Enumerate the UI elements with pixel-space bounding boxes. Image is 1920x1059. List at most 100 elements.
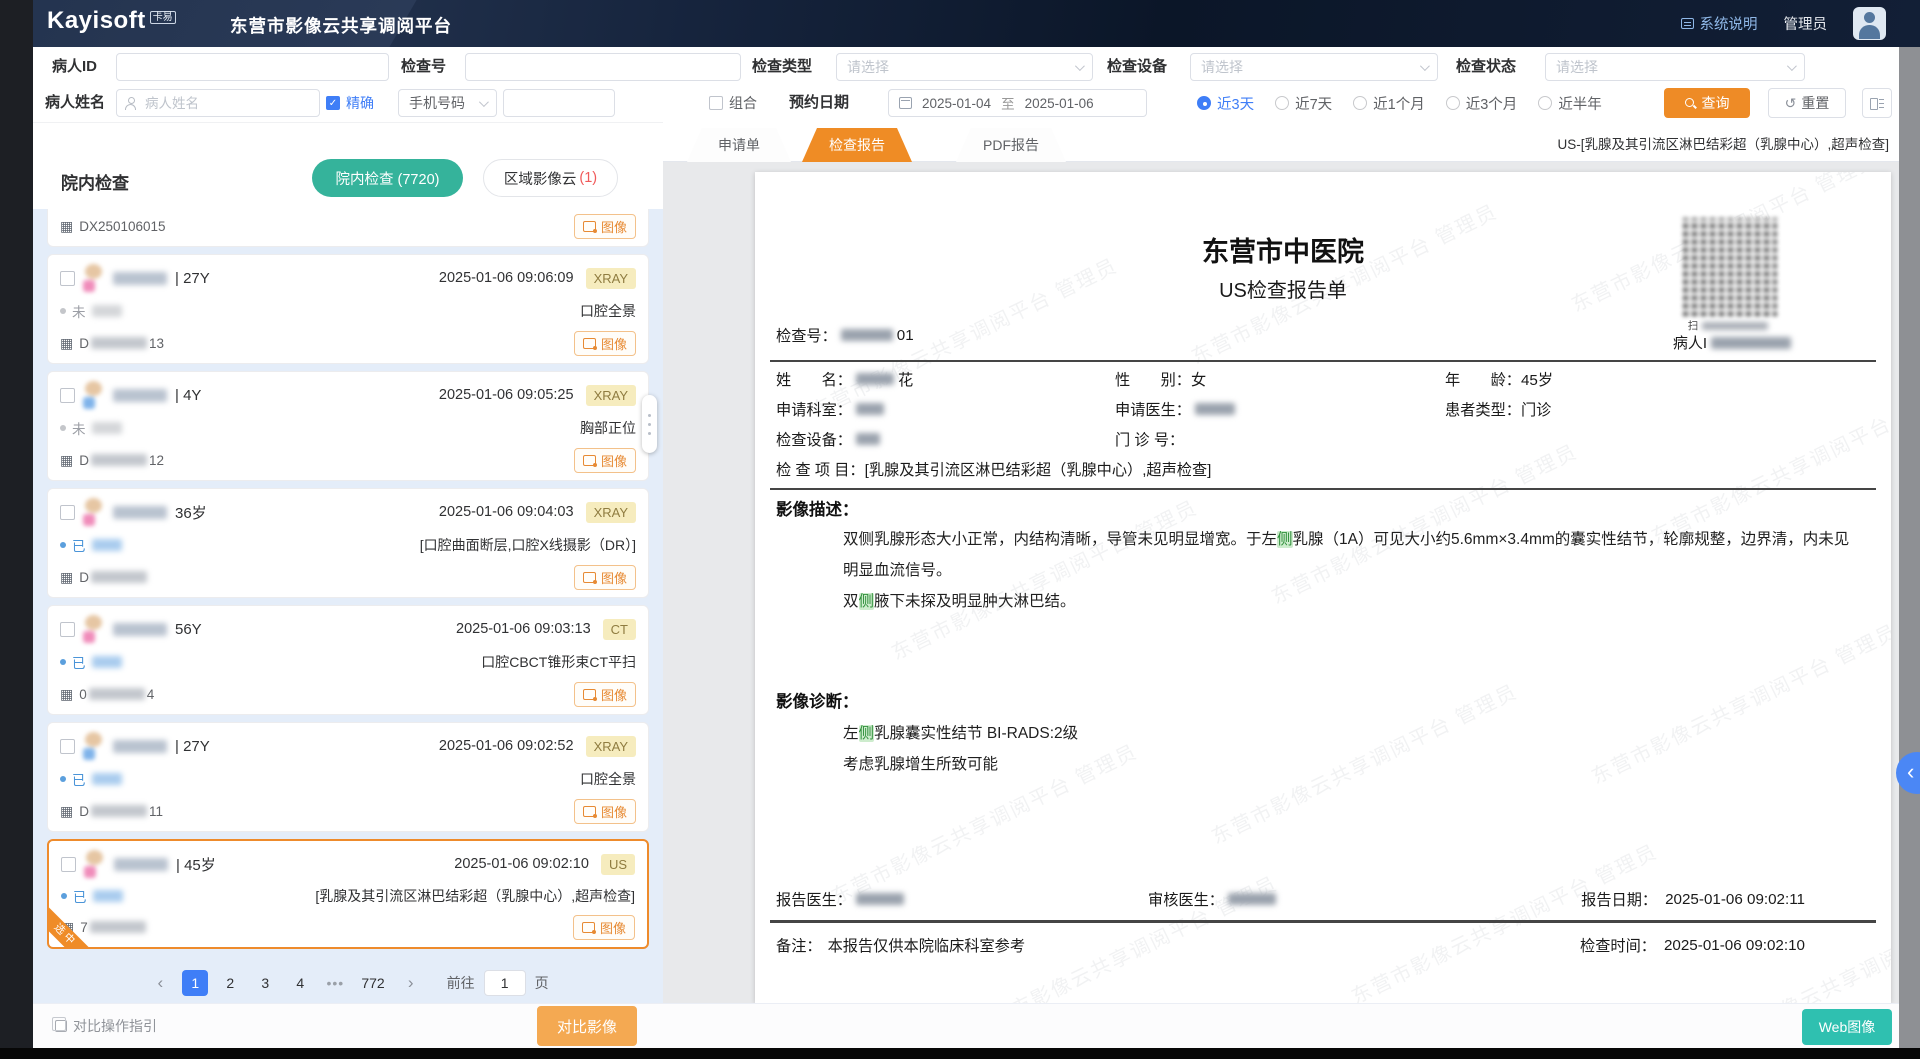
exam-id-icon: ▦ (60, 336, 73, 350)
scrollbar-track[interactable] (1899, 47, 1920, 1048)
reset-button[interactable]: ↺重置 (1768, 88, 1846, 118)
tab-internal-exams[interactable]: 院内检查 (7720) (312, 159, 463, 197)
desc-paragraph: 双侧腋下未探及明显肿大淋巴结。 (843, 586, 1863, 617)
report-content-area: 东营市影像云共享调阅平台 管理员东营市影像云共享调阅平台 管理员东营市影像云共享… (663, 162, 1899, 1003)
redacted-text (1711, 337, 1791, 349)
exam-time: 2025-01-06 09:02:52 (439, 738, 574, 754)
redacted-id (91, 571, 147, 583)
logo-badge: 卡易 (150, 11, 176, 24)
date-range-picker[interactable]: 2025-01-04 至 2025-01-06 (888, 89, 1147, 117)
modality-badge: XRAY (586, 268, 636, 289)
range-radio-3d[interactable]: 近3天 (1197, 93, 1254, 114)
phone-input[interactable] (503, 89, 615, 117)
tab-request-form[interactable]: 申请单 (687, 128, 791, 162)
panel-splitter-handle[interactable] (642, 395, 657, 453)
exam-id: 7 (80, 920, 148, 935)
exam-description: 口腔CBCT锥形束CT平扫 (481, 652, 636, 672)
next-page-button[interactable]: › (398, 970, 424, 996)
gender-icon (83, 397, 95, 409)
diag-line: 考虑乳腺增生所致可能 (843, 749, 1863, 780)
exam-list-item[interactable]: ▦ DX250106015 图像 (47, 209, 649, 247)
chevron-down-icon (1420, 61, 1430, 71)
image-icon (583, 455, 596, 466)
prev-page-button[interactable]: ‹ (147, 970, 173, 996)
app-logo: Kayisoft卡易 (47, 7, 176, 35)
status-redacted (92, 305, 122, 317)
quick-range-group: 近3天 近7天 近1个月 近3个月 近半年 (1197, 89, 1602, 117)
redacted-text (841, 329, 893, 341)
phone-field-select[interactable]: 手机号码 (398, 89, 497, 117)
page-button-772[interactable]: 772 (357, 970, 388, 996)
patient-name-field[interactable] (116, 89, 320, 117)
exam-type-select[interactable]: 请选择 (836, 53, 1093, 81)
tab-regional-count: (1) (579, 170, 597, 186)
exam-no-label: 检查号 (401, 53, 446, 81)
system-help-link[interactable]: 系统说明 (1681, 13, 1758, 34)
page-button-3[interactable]: 3 (252, 970, 278, 996)
view-image-button[interactable]: 图像 (574, 799, 636, 824)
page-button-4[interactable]: 4 (287, 970, 313, 996)
redacted-id (91, 454, 147, 466)
exam-list-item[interactable]: | 27Y 2025-01-06 09:02:52 XRAY 已 口腔全景 ▦ … (47, 722, 649, 832)
patient-name-input[interactable] (143, 95, 311, 112)
report-page: 东营市影像云共享调阅平台 管理员东营市影像云共享调阅平台 管理员东营市影像云共享… (755, 172, 1891, 1003)
web-image-button[interactable]: Web图像 (1802, 1009, 1892, 1045)
range-radio-6m[interactable]: 近半年 (1538, 93, 1602, 114)
page-button-1[interactable]: 1 (182, 970, 208, 996)
status-select[interactable]: 请选择 (1545, 53, 1805, 81)
view-image-button[interactable]: 图像 (573, 915, 635, 940)
exam-checkbox[interactable] (60, 505, 75, 520)
exam-checkbox[interactable] (60, 622, 75, 637)
exam-no-input[interactable] (465, 53, 741, 81)
tab-regional-cloud[interactable]: 区域影像云(1) (483, 159, 618, 197)
image-icon (583, 338, 596, 349)
goto-page-input[interactable] (484, 970, 526, 996)
image-icon (582, 922, 595, 933)
user-name[interactable]: 管理员 (1784, 13, 1828, 34)
compare-guide-label: 对比操作指引 (73, 1016, 157, 1036)
exam-id-icon: ▦ (60, 570, 73, 584)
field-req-dept: 申请科室： (776, 398, 888, 420)
combo-checkbox[interactable]: 组合 (709, 89, 757, 117)
compare-images-button[interactable]: 对比影像 (537, 1006, 637, 1046)
field-gender: 性 别：女 (1115, 368, 1206, 390)
compare-guide-link[interactable]: 对比操作指引 (55, 1016, 157, 1036)
exam-list-item-selected[interactable]: | 45岁 2025-01-06 09:02:10 US 已 [乳腺及其引流区淋… (47, 839, 649, 949)
layout-icon (1870, 97, 1884, 109)
patient-id-input[interactable] (116, 53, 389, 81)
exam-checkbox[interactable] (60, 271, 75, 286)
tab-exam-report[interactable]: 检查报告 (802, 128, 912, 162)
exam-list-item[interactable]: | 4Y 2025-01-06 09:05:25 XRAY 未 胸部正位 ▦ D… (47, 371, 649, 481)
redacted-text (856, 893, 904, 905)
exam-list-item[interactable]: 36岁 2025-01-06 09:04:03 XRAY 已 [口腔曲面断层,口… (47, 488, 649, 598)
tab-pdf-report[interactable]: PDF报告 (956, 128, 1066, 162)
exam-list-item[interactable]: 56Y 2025-01-06 09:03:13 CT 已 口腔CBCT锥形束CT… (47, 605, 649, 715)
modality-badge: XRAY (586, 502, 636, 523)
exam-checkbox[interactable] (61, 857, 76, 872)
patient-avatar (83, 263, 105, 293)
exam-checkbox[interactable] (60, 388, 75, 403)
page-ellipsis[interactable]: ••• (322, 970, 348, 996)
patient-age: | 27Y (175, 738, 210, 755)
view-toggle-button[interactable] (1862, 88, 1892, 118)
range-radio-3m[interactable]: 近3个月 (1446, 93, 1518, 114)
exam-time: 2025-01-06 09:03:13 (456, 621, 591, 637)
exact-checkbox[interactable]: ✓精确 (326, 89, 374, 117)
view-image-button[interactable]: 图像 (574, 448, 636, 473)
status-placeholder: 请选择 (1556, 57, 1598, 77)
view-image-button[interactable]: 图像 (574, 565, 636, 590)
exam-list: ▦ DX250106015 图像 | 27Y 2025-01-06 09: (33, 209, 663, 961)
device-select[interactable]: 请选择 (1190, 53, 1438, 81)
avatar[interactable] (1853, 7, 1886, 40)
page-button-2[interactable]: 2 (217, 970, 243, 996)
view-image-button[interactable]: 图像 (574, 682, 636, 707)
exam-list-item[interactable]: | 27Y 2025-01-06 09:06:09 XRAY 未 口腔全景 ▦ … (47, 254, 649, 364)
patient-avatar (84, 849, 106, 879)
modality-badge: XRAY (586, 385, 636, 406)
range-radio-7d[interactable]: 近7天 (1275, 93, 1332, 114)
search-button[interactable]: 查询 (1664, 88, 1750, 118)
view-image-button[interactable]: 图像 (574, 214, 636, 239)
exam-checkbox[interactable] (60, 739, 75, 754)
range-radio-1m[interactable]: 近1个月 (1353, 93, 1425, 114)
view-image-button[interactable]: 图像 (574, 331, 636, 356)
